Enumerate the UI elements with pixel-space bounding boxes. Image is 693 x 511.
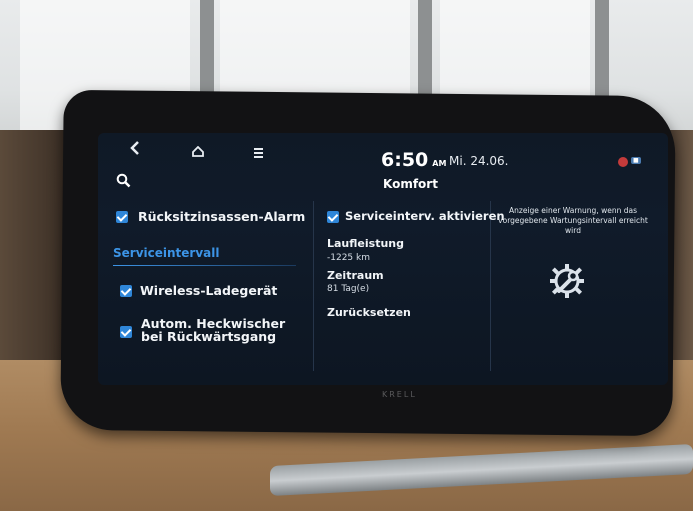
background-door-panel — [0, 130, 70, 380]
service-gear-wrench-icon — [547, 261, 587, 301]
period-title: Zeitraum — [327, 269, 384, 282]
bezel-brand-label: KRELL — [382, 390, 417, 399]
search-icon[interactable] — [116, 173, 131, 192]
column-divider — [490, 201, 491, 371]
section-title: Serviceintervall — [113, 246, 220, 260]
hint-text: Anzeige einer Warnung, wenn das vorgegeb… — [498, 206, 648, 235]
column-divider — [313, 201, 314, 371]
status-badge-icon: ■ — [631, 157, 641, 164]
checkbox-rear-seat-alert[interactable] — [116, 211, 128, 223]
checkbox-rear-wiper[interactable] — [120, 326, 132, 338]
mileage-value: -1225 km — [327, 253, 370, 263]
option-label: Rücksitzinsassen-Alarm — [138, 209, 306, 224]
option-label: Autom. Heckwischer bei Rückwärtsgang — [141, 316, 286, 344]
home-icon[interactable] — [192, 142, 204, 161]
clock-ampm: AM — [432, 159, 447, 168]
menu-icon[interactable] — [254, 148, 263, 160]
reset-button[interactable]: Zurücksetzen — [327, 306, 411, 319]
section-underline — [113, 265, 296, 266]
back-icon[interactable] — [130, 139, 140, 160]
page-title: Komfort — [383, 177, 438, 191]
checkbox-service-interval[interactable] — [327, 211, 339, 223]
option-label: Serviceinterv. aktivieren — [345, 209, 505, 223]
mileage-title: Laufleistung — [327, 237, 404, 250]
clock-time: 6:50 AM — [381, 149, 446, 171]
period-value: 81 Tag(e) — [327, 284, 370, 294]
clock-time-value: 6:50 — [381, 149, 429, 171]
option-label: Wireless-Ladegerät — [140, 283, 278, 298]
date-label: Mi. 24.06. — [449, 154, 509, 168]
infotainment-screen: 6:50 AM Mi. 24.06. ■ Komfort Rücksitzinsa… — [98, 133, 668, 385]
status-indicator-icon — [618, 157, 628, 167]
checkbox-wireless-charger[interactable] — [120, 285, 132, 297]
